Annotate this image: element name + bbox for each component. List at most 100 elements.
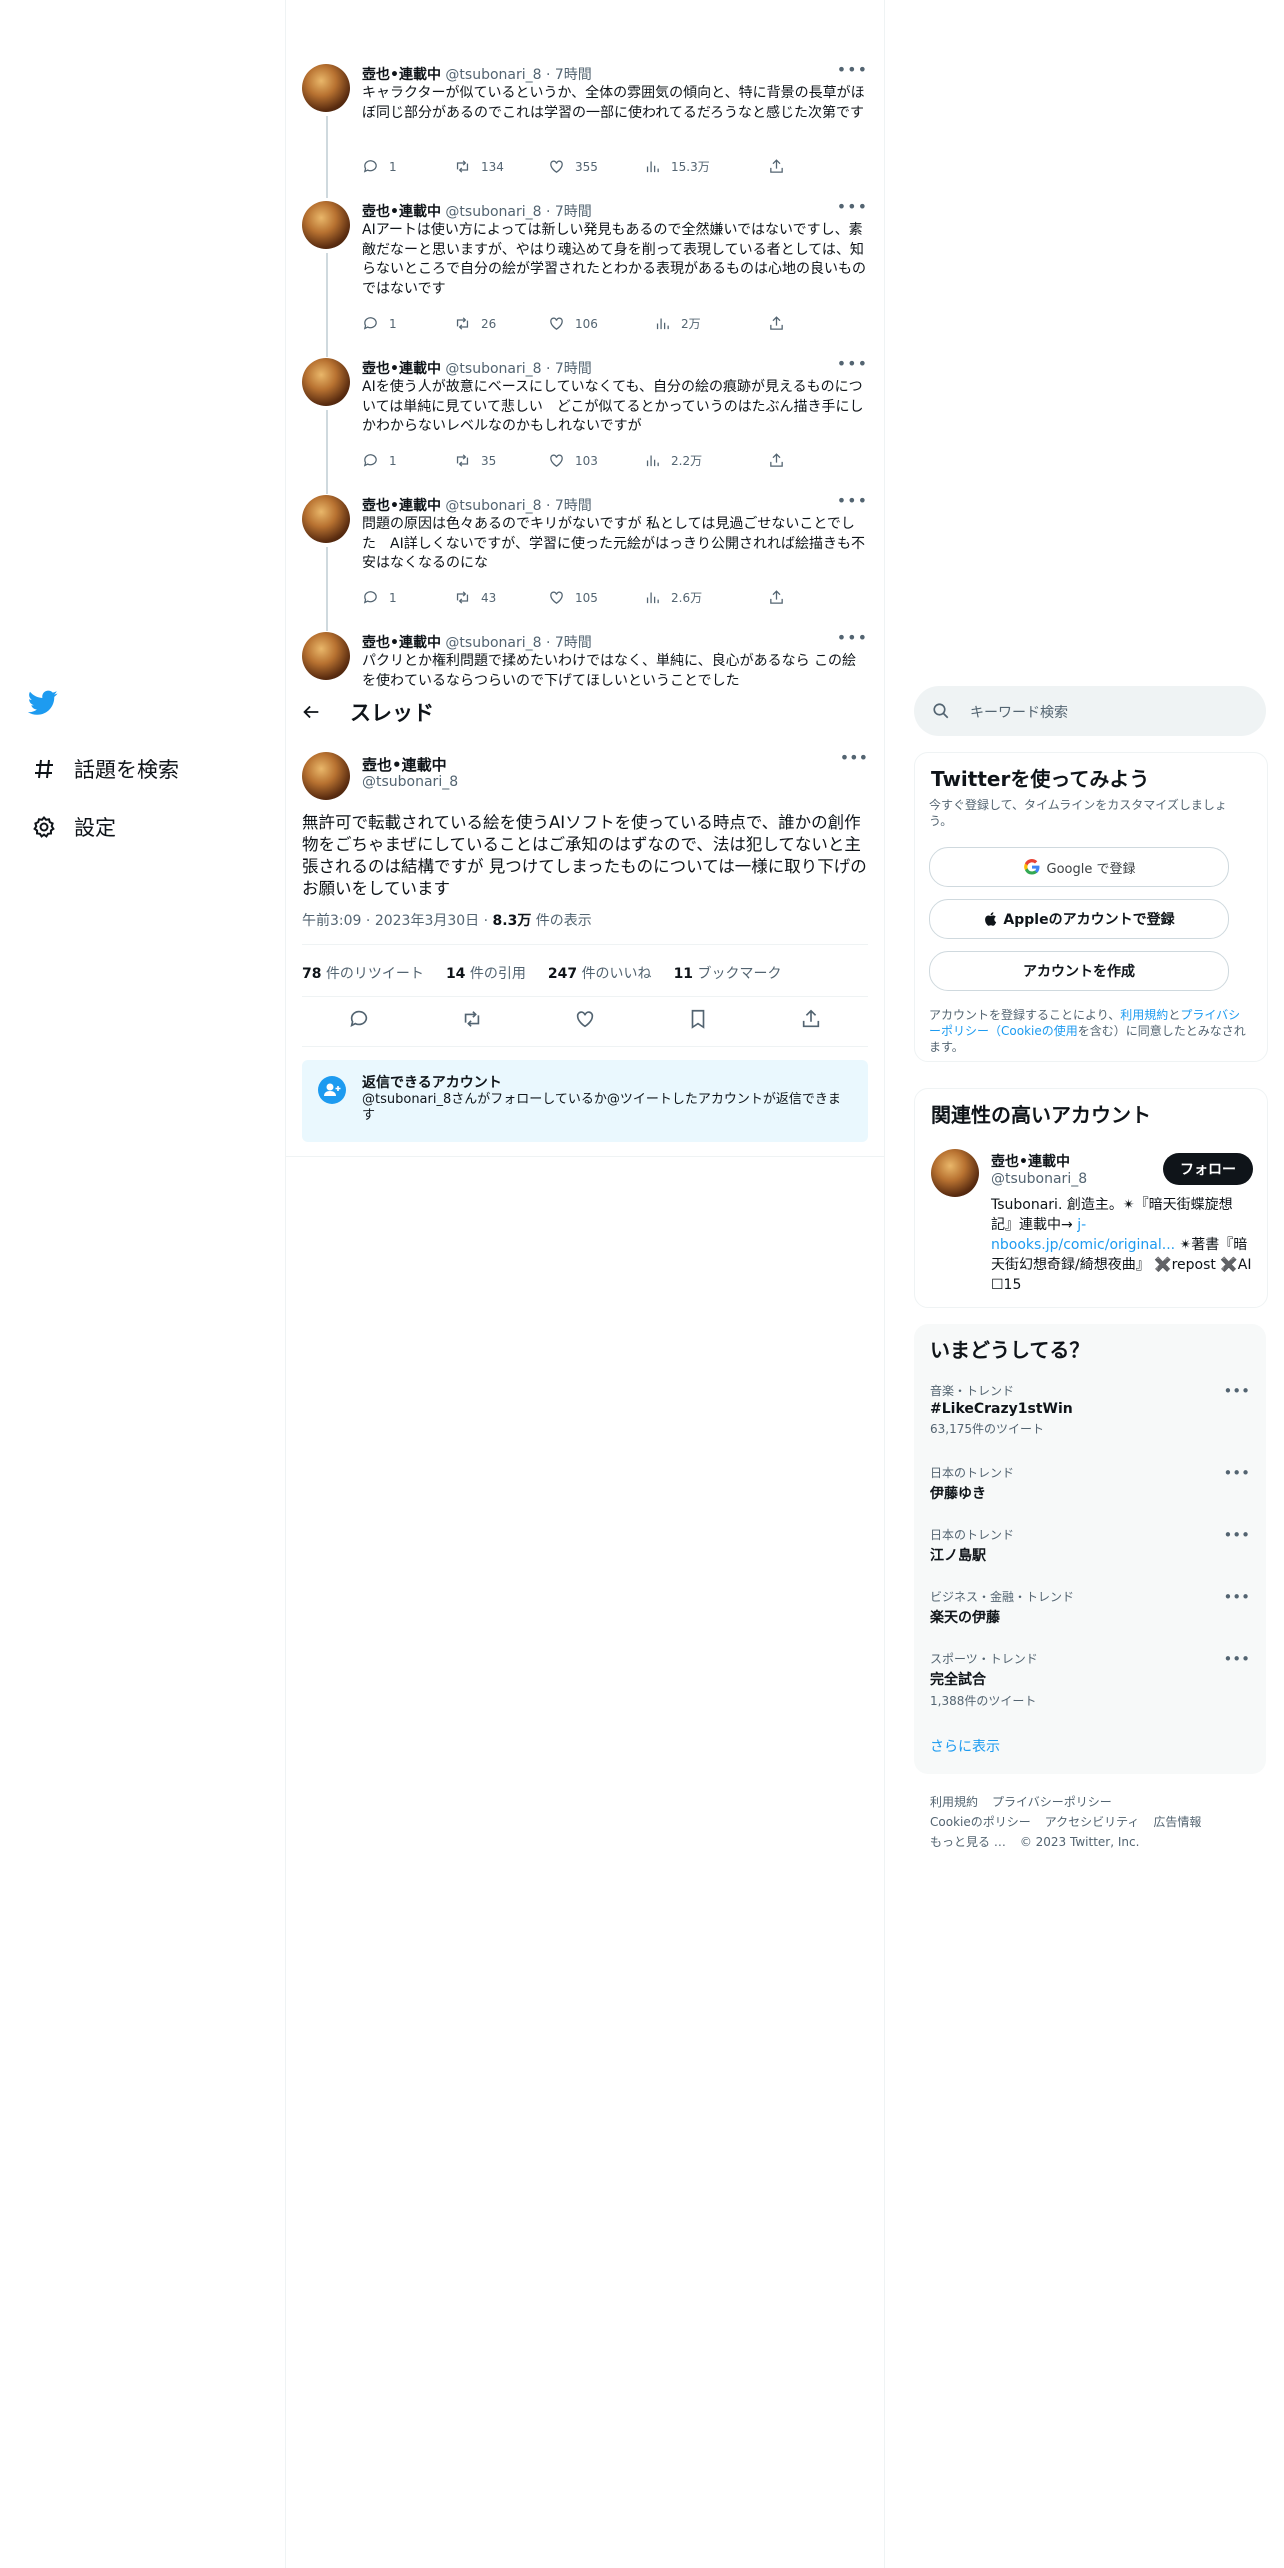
footer-terms[interactable]: 利用規約 — [930, 1795, 978, 1809]
trend-item[interactable]: 日本のトレンド 江ノ島駅 ••• — [930, 1526, 1250, 1565]
author-name[interactable]: 壺也•連載中 — [362, 498, 441, 514]
apple-signup-button[interactable]: Appleのアカウントで登録 — [929, 899, 1229, 939]
retweet-button[interactable]: 43 — [454, 589, 548, 606]
footer-cookie[interactable]: Cookieのポリシー — [930, 1815, 1031, 1829]
avatar[interactable] — [931, 1149, 979, 1197]
tweet-time[interactable]: 7時間 — [555, 635, 592, 651]
author-handle[interactable]: @tsubonari_8 — [445, 635, 541, 651]
apple-icon — [985, 912, 997, 926]
tweet-date[interactable]: 2023年3月30日 — [375, 913, 479, 929]
author-name[interactable]: 壺也•連載中 — [362, 754, 447, 775]
more-icon[interactable]: ••• — [837, 60, 868, 79]
reply-button[interactable]: 1 — [362, 158, 454, 175]
thread-tweet[interactable]: 壺也•連載中 @tsubonari_8 · 7時間 ••• AIを使う人が故意に… — [302, 354, 868, 494]
more-icon[interactable]: ••• — [837, 197, 868, 216]
retweet-button[interactable]: 35 — [454, 452, 548, 469]
nav-explore[interactable]: 話題を検索 — [28, 740, 278, 798]
footer-accessibility[interactable]: アクセシビリティ — [1045, 1815, 1140, 1829]
tweet-time[interactable]: 7時間 — [555, 361, 592, 377]
avatar[interactable] — [302, 752, 350, 800]
like-button[interactable]: 105 — [548, 589, 644, 606]
bookmark-icon[interactable] — [687, 1008, 709, 1030]
like-button[interactable]: 106 — [548, 315, 654, 332]
retweets-stat[interactable]: 78 件のリツイート — [302, 963, 424, 983]
views-button[interactable]: 15.3万 — [644, 158, 768, 175]
footer-privacy[interactable]: プライバシーポリシー — [992, 1795, 1112, 1809]
trend-item[interactable]: ビジネス・金融・トレンド 楽天の伊藤 ••• — [930, 1588, 1250, 1627]
avatar[interactable] — [302, 64, 350, 112]
tweet-time[interactable]: 7時間 — [555, 67, 592, 83]
reply-button[interactable]: 1 — [362, 315, 454, 332]
quotes-stat[interactable]: 14 件の引用 — [446, 963, 526, 983]
reply-icon[interactable] — [348, 1008, 370, 1030]
author-handle[interactable]: @tsubonari_8 — [445, 67, 541, 83]
share-button[interactable] — [768, 315, 795, 332]
thread-tweet[interactable]: 壺也•連載中 @tsubonari_8 · 7時間 ••• 問題の原因は色々ある… — [302, 491, 868, 631]
more-icon[interactable]: ••• — [1223, 1588, 1250, 1606]
author-handle[interactable]: @tsubonari_8 — [445, 498, 541, 514]
trends-title: いまどうしてる？ — [930, 1338, 1090, 1362]
reply-button[interactable]: 1 — [362, 452, 454, 469]
create-account-button[interactable]: アカウントを作成 — [929, 951, 1229, 991]
likes-stat[interactable]: 247 件のいいね — [548, 963, 652, 983]
author-handle[interactable]: @tsubonari_8 — [445, 361, 541, 377]
focal-actions — [302, 1008, 868, 1030]
author-name[interactable]: 壺也•連載中 — [362, 67, 441, 83]
like-button[interactable]: 355 — [548, 158, 644, 175]
show-more-link[interactable]: さらに表示 — [930, 1736, 1000, 1756]
more-icon[interactable]: ••• — [1223, 1650, 1250, 1668]
share-icon[interactable] — [800, 1008, 822, 1030]
avatar[interactable] — [302, 358, 350, 406]
trend-item[interactable]: 日本のトレンド 伊藤ゆき ••• — [930, 1464, 1250, 1503]
author-name[interactable]: 壺也•連載中 — [362, 635, 441, 651]
author-name[interactable]: 壺也•連載中 — [362, 204, 441, 220]
trend-item[interactable]: スポーツ・トレンド 完全試合 1,388件のツイート ••• — [930, 1650, 1250, 1709]
avatar[interactable] — [302, 201, 350, 249]
author-handle[interactable]: @tsubonari_8 — [362, 774, 458, 790]
back-arrow-icon[interactable] — [300, 701, 322, 723]
tweet-time[interactable]: 午前3:09 — [302, 913, 361, 929]
footer-more[interactable]: もっと見る … — [930, 1835, 1006, 1849]
more-icon[interactable]: ••• — [1223, 1382, 1250, 1400]
like-button[interactable]: 103 — [548, 452, 644, 469]
avatar[interactable] — [302, 495, 350, 543]
more-icon[interactable]: ••• — [837, 354, 868, 373]
related-name[interactable]: 壺也•連載中 — [991, 1151, 1070, 1171]
views-button[interactable]: 2万 — [654, 315, 768, 332]
avatar[interactable] — [302, 632, 350, 680]
search-box[interactable]: キーワード検索 — [914, 686, 1266, 736]
retweet-button[interactable]: 134 — [454, 158, 548, 175]
twitter-logo-icon[interactable] — [27, 690, 278, 734]
author-handle[interactable]: @tsubonari_8 — [445, 204, 541, 220]
author-name[interactable]: 壺也•連載中 — [362, 361, 441, 377]
trend-item[interactable]: 音楽・トレンド #LikeCrazy1stWin 63,175件のツイート ••… — [930, 1382, 1250, 1437]
more-icon[interactable]: ••• — [1223, 1464, 1250, 1482]
google-signup-button[interactable]: Google で登録 — [929, 847, 1229, 887]
heart-icon[interactable] — [574, 1008, 596, 1030]
views-button[interactable]: 2.2万 — [644, 452, 768, 469]
more-icon[interactable]: ••• — [1223, 1526, 1250, 1544]
thread-tweet[interactable]: 壺也•連載中 @tsubonari_8 · 7時間 ••• AIアートは使い方に… — [302, 197, 868, 357]
tweet-time[interactable]: 7時間 — [555, 498, 592, 514]
share-button[interactable] — [768, 589, 795, 606]
retweet-button[interactable]: 26 — [454, 315, 548, 332]
reply-button[interactable]: 1 — [362, 589, 454, 606]
left-nav: 話題を検索 設定 — [27, 690, 278, 856]
share-button[interactable] — [768, 158, 795, 175]
tweet-time[interactable]: 7時間 — [555, 204, 592, 220]
retweet-icon[interactable] — [461, 1008, 483, 1030]
related-handle[interactable]: @tsubonari_8 — [991, 1171, 1087, 1187]
terms-link[interactable]: 利用規約 — [1120, 1008, 1168, 1022]
search-input[interactable]: キーワード検索 — [970, 702, 1068, 722]
follow-button[interactable]: フォロー — [1163, 1153, 1253, 1185]
footer-ads[interactable]: 広告情報 — [1153, 1815, 1201, 1829]
bookmarks-stat[interactable]: 11 ブックマーク — [674, 963, 782, 983]
more-icon[interactable]: ••• — [837, 491, 868, 510]
more-icon[interactable]: ••• — [837, 632, 868, 647]
share-button[interactable] — [768, 452, 795, 469]
views-button[interactable]: 2.6万 — [644, 589, 768, 606]
nav-settings[interactable]: 設定 — [28, 798, 278, 856]
thread-tweet[interactable]: 壺也•連載中 @tsubonari_8 · 7時間 ••• パクリとか権利問題で… — [302, 632, 868, 688]
more-icon[interactable]: ••• — [840, 748, 868, 767]
thread-tweet[interactable]: 壺也•連載中 @tsubonari_8 · 7時間 ••• キャラクターが似てい… — [302, 60, 868, 200]
